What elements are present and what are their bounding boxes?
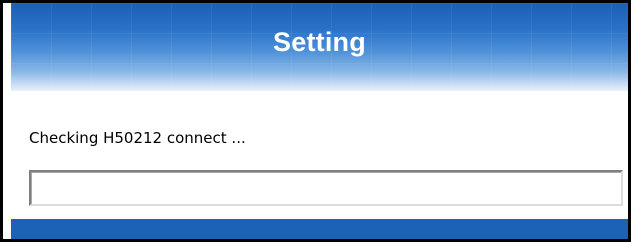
setting-dialog: Setting Checking H50212 connect ... bbox=[0, 0, 631, 242]
status-message: Checking H50212 connect ... bbox=[29, 129, 246, 147]
dialog-title: Setting bbox=[273, 27, 366, 57]
footer-bar bbox=[11, 219, 628, 239]
progress-bar bbox=[29, 170, 623, 206]
header-banner: Setting bbox=[11, 3, 628, 91]
